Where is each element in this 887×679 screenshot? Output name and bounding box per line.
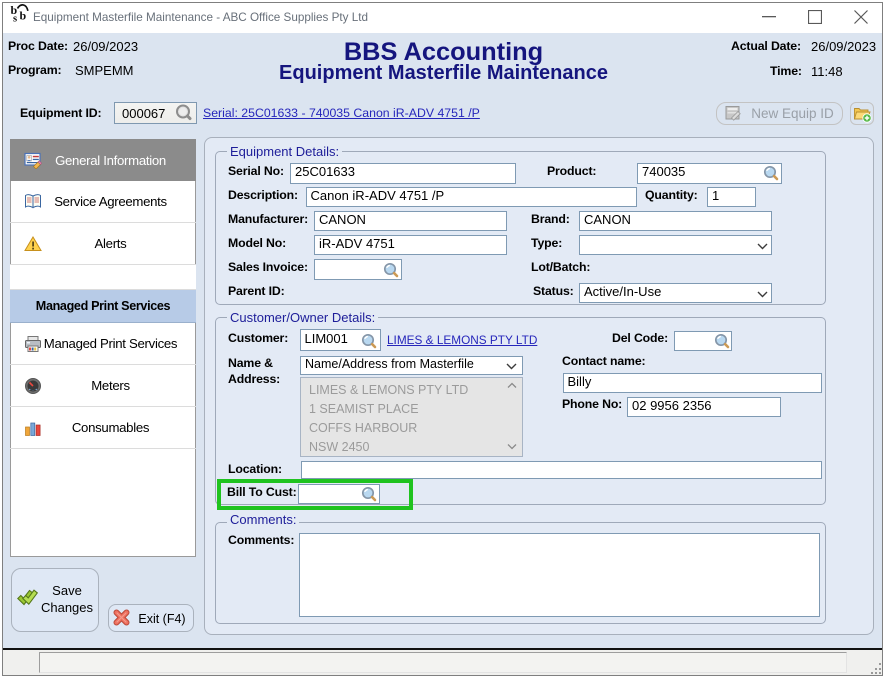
svg-text:b: b bbox=[20, 9, 27, 23]
svg-text:s: s bbox=[13, 14, 17, 24]
